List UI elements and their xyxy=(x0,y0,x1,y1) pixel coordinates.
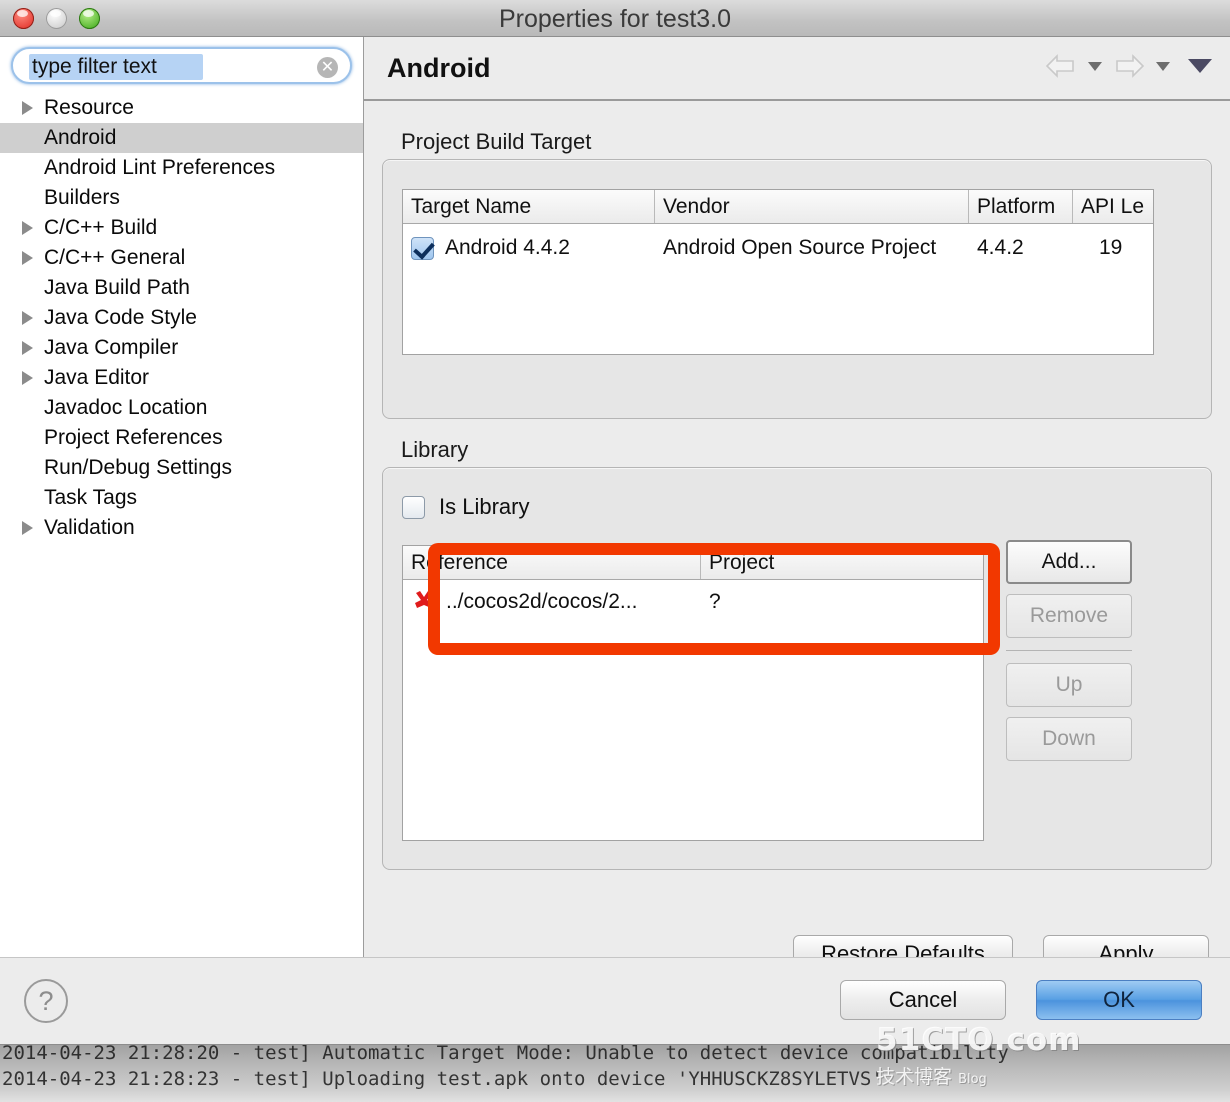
sidebar-item-label: C/C++ Build xyxy=(44,216,158,239)
is-library-row[interactable]: Is Library xyxy=(402,494,529,520)
column-header-project[interactable]: Project xyxy=(701,546,983,579)
console-line: 2014-04-23 21:28:23 - test] Uploading te… xyxy=(2,1068,883,1090)
sidebar-item-c-c-general[interactable]: C/C++ General xyxy=(0,243,363,273)
button-separator xyxy=(1006,650,1132,651)
preferences-tree: Resource Android Android Lint Preferences B… xyxy=(0,93,363,543)
table-row[interactable]: ../cocos2d/cocos/2... ? xyxy=(403,584,983,620)
cell-platform: 4.4.2 xyxy=(977,236,1024,259)
sidebar-item-label: Java Code Style xyxy=(44,306,197,329)
view-menu-icon[interactable] xyxy=(1188,59,1212,73)
column-header-api-level[interactable]: API Le xyxy=(1073,190,1153,223)
sidebar-item-validation[interactable]: Validation xyxy=(0,513,363,543)
down-button[interactable]: Down xyxy=(1006,717,1132,761)
sidebar-item-label: C/C++ General xyxy=(44,246,186,269)
page-title: Android xyxy=(387,53,491,83)
is-library-checkbox[interactable] xyxy=(402,495,425,519)
sidebar-item-label: Javadoc Location xyxy=(44,396,208,419)
target-checkbox[interactable] xyxy=(411,236,434,260)
table-row[interactable]: Android 4.4.2 Android Open Source Projec… xyxy=(403,230,1153,266)
expand-arrow-icon[interactable] xyxy=(22,251,44,265)
expand-arrow-icon[interactable] xyxy=(22,311,44,325)
group-title-build-target: Project Build Target xyxy=(401,129,592,154)
help-icon[interactable]: ? xyxy=(24,979,68,1023)
sidebar-item-label: Project References xyxy=(44,426,223,449)
sidebar-item-builders[interactable]: Builders xyxy=(0,183,363,213)
properties-dialog: Properties for test3.0 type filter text … xyxy=(0,0,1230,1045)
add-button[interactable]: Add... xyxy=(1006,540,1132,584)
library-button-column: Add... Remove Up Down xyxy=(1006,540,1132,761)
sidebar-item-label: Validation xyxy=(44,516,135,539)
console-backdrop: 2014-04-23 21:28:20 - test] Automatic Ta… xyxy=(0,1040,1230,1102)
is-library-label: Is Library xyxy=(439,494,530,519)
sidebar-item-resource[interactable]: Resource xyxy=(0,93,363,123)
sidebar-item-android-lint-preferences[interactable]: Android Lint Preferences xyxy=(0,153,363,183)
dialog-footer: ? Cancel OK xyxy=(0,957,1230,1044)
column-header-target-name[interactable]: Target Name xyxy=(403,190,655,223)
project-build-target-group: Project Build Target Target Name Vendor … xyxy=(382,129,1212,419)
reference-path-label: ../cocos2d/cocos/2... xyxy=(446,590,638,613)
back-dropdown-caret-icon[interactable] xyxy=(1088,61,1102,71)
cell-api-level: 19 xyxy=(1099,236,1123,259)
library-reference-table[interactable]: Reference Project ../cocos2d/cocos/2... … xyxy=(402,545,984,841)
sidebar-item-android[interactable]: Android xyxy=(0,123,363,153)
expand-arrow-icon[interactable] xyxy=(22,341,44,355)
group-title-library: Library xyxy=(401,437,469,462)
up-button[interactable]: Up xyxy=(1006,663,1132,707)
sidebar-item-label: Java Build Path xyxy=(44,276,190,299)
library-box: Is Library Reference Project ../cocos2d/… xyxy=(382,467,1212,870)
sidebar-item-label: Resource xyxy=(44,96,134,119)
ok-button[interactable]: OK xyxy=(1036,980,1202,1020)
sidebar-item-label: Builders xyxy=(44,186,120,209)
title-bar: Properties for test3.0 xyxy=(0,0,1230,37)
cell-project: ? xyxy=(709,590,721,613)
cell-target-name: Android 4.4.2 xyxy=(403,236,655,260)
sidebar-item-label: Run/Debug Settings xyxy=(44,456,232,479)
sidebar-item-java-editor[interactable]: Java Editor xyxy=(0,363,363,393)
target-name-label: Android 4.4.2 xyxy=(445,236,570,259)
sidebar-item-label: Java Compiler xyxy=(44,336,179,359)
build-target-box: Target Name Vendor Platform API Le Andro… xyxy=(382,159,1212,419)
error-x-icon xyxy=(411,589,437,615)
preference-page: Android Project Build Target Target Name… xyxy=(364,37,1230,973)
sidebar-item-label: Java Editor xyxy=(44,366,150,389)
back-arrow-icon[interactable] xyxy=(1044,51,1078,81)
sidebar-item-javadoc-location[interactable]: Javadoc Location xyxy=(0,393,363,423)
preferences-sidebar: type filter text ✕ Resource Android Androi… xyxy=(0,37,364,957)
expand-arrow-icon[interactable] xyxy=(22,101,44,115)
column-header-vendor[interactable]: Vendor xyxy=(655,190,969,223)
page-header: Android xyxy=(364,37,1230,101)
filter-value: type filter text xyxy=(32,55,157,78)
column-header-reference[interactable]: Reference xyxy=(403,546,701,579)
expand-arrow-icon[interactable] xyxy=(22,521,44,535)
sidebar-item-java-compiler[interactable]: Java Compiler xyxy=(0,333,363,363)
table-header-row: Target Name Vendor Platform API Le xyxy=(403,190,1153,224)
search-field[interactable]: type filter text ✕ xyxy=(11,47,352,84)
cancel-button[interactable]: Cancel xyxy=(840,980,1006,1020)
sidebar-item-c-c-build[interactable]: C/C++ Build xyxy=(0,213,363,243)
filter-selection-highlight xyxy=(29,54,203,80)
filter-container: type filter text ✕ xyxy=(0,37,363,84)
forward-dropdown-caret-icon[interactable] xyxy=(1156,61,1170,71)
sidebar-item-task-tags[interactable]: Task Tags xyxy=(0,483,363,513)
table-header-row: Reference Project xyxy=(403,546,983,580)
forward-arrow-icon[interactable] xyxy=(1112,51,1146,81)
page-nav-controls xyxy=(1044,51,1212,81)
sidebar-item-label: Android Lint Preferences xyxy=(44,156,276,179)
sidebar-item-run-debug-settings[interactable]: Run/Debug Settings xyxy=(0,453,363,483)
sidebar-item-label: Task Tags xyxy=(44,486,137,509)
sidebar-item-project-references[interactable]: Project References xyxy=(0,423,363,453)
cell-vendor: Android Open Source Project xyxy=(663,236,937,259)
window-title: Properties for test3.0 xyxy=(498,5,732,33)
sidebar-item-label: Android xyxy=(44,126,117,149)
expand-arrow-icon[interactable] xyxy=(22,221,44,235)
expand-arrow-icon[interactable] xyxy=(22,371,44,385)
sidebar-item-java-code-style[interactable]: Java Code Style xyxy=(0,303,363,333)
clear-icon[interactable]: ✕ xyxy=(317,57,338,78)
column-header-platform[interactable]: Platform xyxy=(969,190,1073,223)
sidebar-item-java-build-path[interactable]: Java Build Path xyxy=(0,273,363,303)
remove-button[interactable]: Remove xyxy=(1006,594,1132,638)
library-group: Library Is Library Reference Project ../… xyxy=(382,437,1212,870)
build-target-table[interactable]: Target Name Vendor Platform API Le Andro… xyxy=(402,189,1154,355)
cell-reference: ../cocos2d/cocos/2... xyxy=(403,589,701,615)
